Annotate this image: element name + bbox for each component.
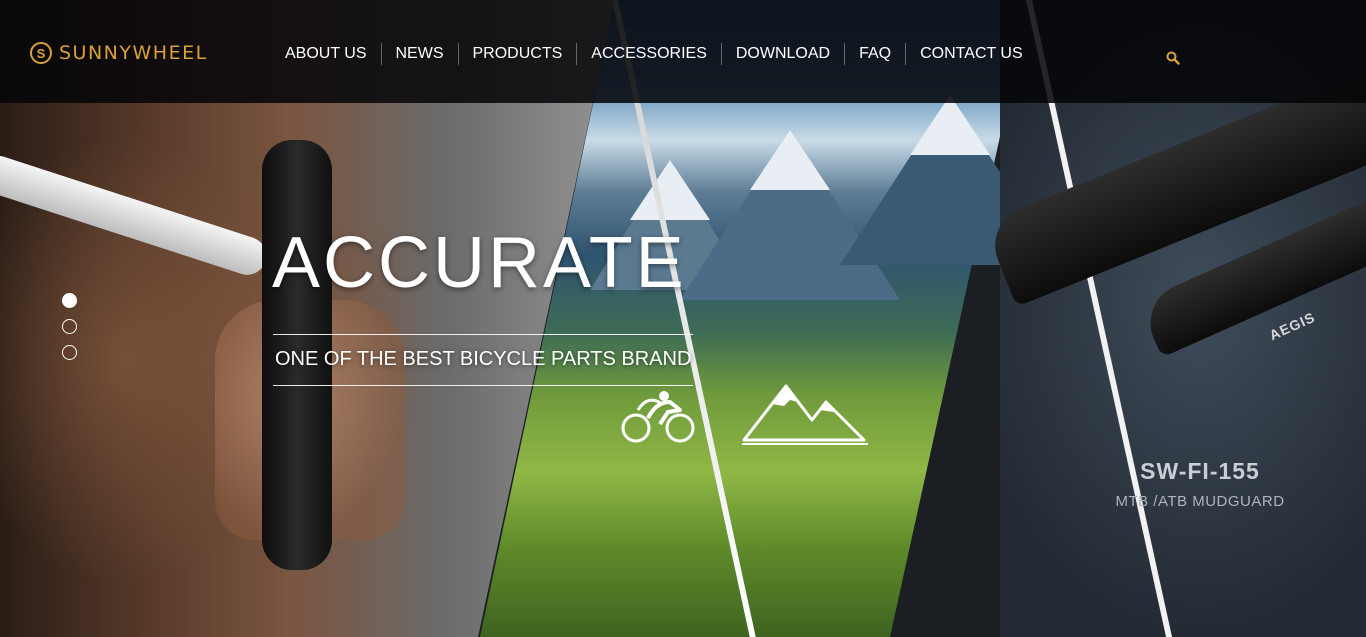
logo-text: SUNNYWHEEL: [59, 42, 208, 64]
nav-contact-us[interactable]: CONTACT US: [905, 43, 1037, 65]
nav-download[interactable]: DOWNLOAD: [720, 43, 844, 65]
hero-headline: ACCURATE: [272, 223, 687, 303]
nav-accessories[interactable]: ACCESSORIES: [576, 43, 721, 65]
handlebar-graphic: [0, 150, 272, 280]
site-header: S SUNNYWHEEL ABOUT US NEWS PRODUCTS ACCE…: [0, 0, 1366, 103]
headline-divider: [273, 334, 693, 335]
site-logo[interactable]: S SUNNYWHEEL: [30, 42, 208, 64]
hero-tagline: ONE OF THE BEST BICYCLE PARTS BRAND: [275, 348, 692, 370]
slide-dot-2[interactable]: [62, 319, 77, 334]
slider-pager: [62, 293, 77, 360]
search-icon[interactable]: [1166, 51, 1180, 65]
slide-dot-3[interactable]: [62, 345, 77, 360]
mountains-icon: [742, 384, 868, 445]
cyclist-icon: [621, 391, 695, 443]
product-subtitle: MTB /ATB MUDGUARD: [1115, 493, 1285, 510]
hero-slider: AEGIS SW-FI-155 MTB /ATB MUDGUARD S SUNN…: [0, 0, 1366, 637]
logo-icon: S: [30, 42, 52, 64]
nav-faq[interactable]: FAQ: [844, 43, 905, 65]
product-model-name: SW-FI-155: [1140, 458, 1260, 484]
main-nav: ABOUT US NEWS PRODUCTS ACCESSORIES DOWNL…: [271, 43, 1037, 65]
slide-dot-1[interactable]: [62, 293, 77, 308]
nav-products[interactable]: PRODUCTS: [457, 43, 577, 65]
nav-news[interactable]: NEWS: [380, 43, 458, 65]
tagline-divider: [273, 385, 693, 386]
nav-about-us[interactable]: ABOUT US: [271, 43, 381, 65]
